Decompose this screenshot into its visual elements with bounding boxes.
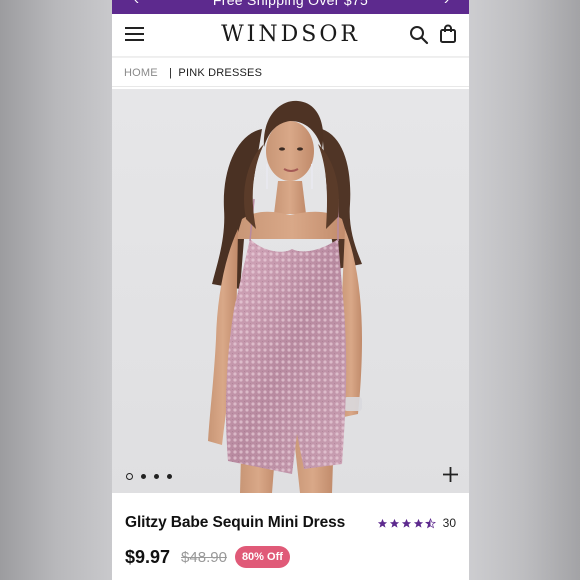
- carousel-dot[interactable]: [167, 474, 172, 479]
- sale-price: $9.97: [125, 546, 171, 567]
- plus-icon[interactable]: [443, 467, 458, 482]
- carousel-dot[interactable]: [154, 474, 159, 479]
- promo-next-arrow-icon[interactable]: ›: [444, 0, 449, 8]
- backdrop-left: [0, 0, 112, 580]
- carousel-dots: [126, 473, 172, 480]
- model-photo: [208, 100, 362, 493]
- breadcrumb-current: PINK DRESSES: [178, 67, 263, 79]
- half-star-icon: [424, 517, 436, 528]
- product-name: Glitzy Babe Sequin Mini Dress: [125, 514, 346, 531]
- product-image[interactable]: [112, 89, 469, 493]
- carousel-dot[interactable]: [141, 474, 146, 479]
- carousel-dot[interactable]: [126, 473, 133, 480]
- star-icon: [389, 518, 399, 528]
- original-price: $48.90: [181, 548, 227, 566]
- star-rating: [377, 517, 436, 529]
- phone-screen: ‹ Free Shipping Over $75 › WINDSOR HOME …: [112, 0, 469, 580]
- price-row: $9.97 $48.90 80% Off: [125, 546, 290, 568]
- search-icon[interactable]: [409, 25, 429, 45]
- product-info: Glitzy Babe Sequin Mini Dress 30 $9.97 $…: [112, 493, 469, 580]
- shopping-bag-icon[interactable]: [439, 24, 457, 44]
- site-header: WINDSOR: [112, 14, 469, 57]
- product-rating[interactable]: 30: [377, 516, 456, 530]
- breadcrumb: HOME | PINK DRESSES: [112, 57, 469, 87]
- star-icon: [401, 518, 411, 528]
- breadcrumb-home-link[interactable]: HOME: [124, 67, 158, 79]
- promo-banner[interactable]: ‹ Free Shipping Over $75 ›: [112, 0, 469, 14]
- review-count[interactable]: 30: [443, 516, 456, 530]
- backdrop-right: [469, 0, 580, 580]
- star-icon: [377, 518, 387, 528]
- star-icon: [413, 518, 423, 528]
- promo-text: Free Shipping Over $75: [212, 0, 369, 8]
- breadcrumb-separator: |: [169, 67, 173, 79]
- discount-badge: 80% Off: [234, 546, 290, 568]
